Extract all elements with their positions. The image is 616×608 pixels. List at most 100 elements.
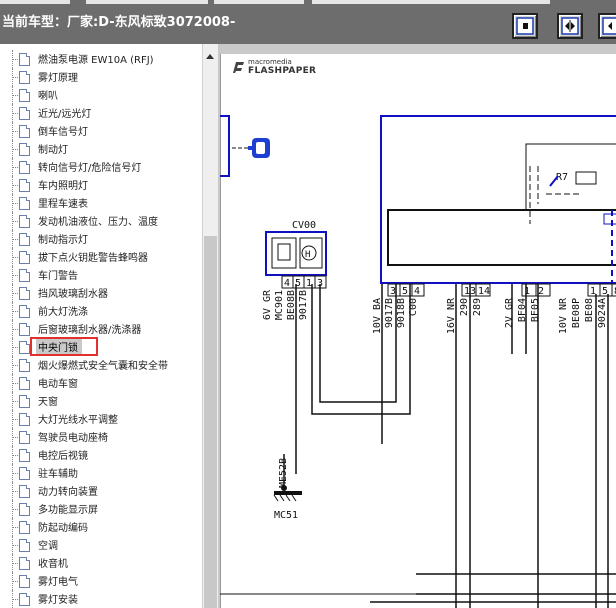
tree-item[interactable]: 燃油泵电源 EW10A (RFJ): [0, 50, 200, 68]
tab-strip-1: [0, 0, 70, 4]
document-icon: [19, 287, 30, 300]
tree-item-label: 防起动编码: [38, 523, 88, 534]
document-icon: [19, 413, 30, 426]
tree-connector: [12, 365, 18, 366]
tree-item[interactable]: 里程车速表: [0, 194, 200, 212]
tree-item[interactable]: 挡风玻璃刮水器: [0, 284, 200, 302]
bsi-module: R7: [380, 115, 616, 294]
tree-item-label: 制动灯: [38, 145, 68, 156]
wire-label: BE08P: [571, 298, 582, 328]
tree-item-label: 雾灯安装: [38, 595, 78, 606]
tree-item-label: 车门警告: [38, 271, 78, 282]
tree-connector: [12, 113, 18, 114]
document-icon: [19, 323, 30, 336]
tree-item-label: 燃油泵电源 EW10A (RFJ): [38, 55, 154, 66]
current-model-value: 厂家:D-东风标致3072008-: [67, 15, 236, 30]
tree-item[interactable]: 雾灯电气: [0, 572, 200, 590]
ground-wire-label: ME52B: [278, 458, 289, 488]
tree-connector: [12, 437, 18, 438]
tree-scrollbar[interactable]: [202, 44, 219, 608]
document-icon: [19, 467, 30, 480]
tree-connector: [12, 563, 18, 564]
tree-item-label: 制动指示灯: [38, 235, 88, 246]
tree-connector: [12, 347, 18, 348]
tree-item-label: 发动机油液位、压力、温度: [38, 217, 158, 228]
tree-item[interactable]: 喇叭: [0, 86, 200, 104]
tree-item[interactable]: 制动灯: [0, 140, 200, 158]
current-model-title: 当前车型：厂家:D-东风标致3072008-: [2, 11, 235, 30]
tree-item[interactable]: 倒车信号灯: [0, 122, 200, 140]
single-page-icon: [516, 17, 534, 35]
tree-item-label: 大灯光线水平调整: [38, 415, 118, 426]
tree-item[interactable]: 防起动编码: [0, 518, 200, 536]
cv00-module: CV00 H: [265, 220, 327, 276]
tree-item[interactable]: 近光/远光灯: [0, 104, 200, 122]
tree-connector: [12, 167, 18, 168]
tree-item[interactable]: 发动机油液位、压力、温度: [0, 212, 200, 230]
tree-item[interactable]: 电动车窗: [0, 374, 200, 392]
tree-connector: [12, 221, 18, 222]
selection-outline: [30, 337, 98, 356]
tree-item[interactable]: 前大灯洗涤: [0, 302, 200, 320]
tree-item[interactable]: 中央门锁: [0, 337, 200, 356]
tree-connector: [12, 203, 18, 204]
scrollbar-thumb[interactable]: [204, 236, 217, 608]
bsi-pins: 354131412158: [387, 283, 616, 297]
document-icon: [19, 485, 30, 498]
tree-connector: [12, 293, 18, 294]
tree-item[interactable]: 多功能显示屏: [0, 500, 200, 518]
ignition-switch-group: [220, 115, 270, 177]
tree-item-label: 拔下点火钥匙警告蜂鸣器: [38, 253, 148, 264]
wire-label: 2V GR: [504, 297, 515, 328]
wire-label: 6V GR: [262, 289, 273, 320]
tree-item[interactable]: 转向信号灯/危险信号灯: [0, 158, 200, 176]
tree-item-label: 雾灯电气: [38, 577, 78, 588]
cv00-label: CV00: [292, 220, 316, 231]
tree-item[interactable]: 驻车辅助: [0, 464, 200, 482]
tree-item[interactable]: 车内照明灯: [0, 176, 200, 194]
pin-number: 1: [590, 286, 596, 297]
tree-item-label: 雾灯原理: [38, 73, 78, 84]
tree-item[interactable]: 拔下点火钥匙警告蜂鸣器: [0, 248, 200, 266]
ground-mc51: ME52B MC51: [273, 454, 302, 521]
tree-item[interactable]: 雾灯安装: [0, 590, 200, 608]
tree-item[interactable]: 大灯光线水平调整: [0, 410, 200, 428]
document-icon: [19, 503, 30, 516]
scroll-up-arrow-icon[interactable]: [206, 54, 214, 59]
wire-label: 9018B: [396, 298, 407, 328]
document-icon: [19, 161, 30, 174]
tree-item[interactable]: 车门警告: [0, 266, 200, 284]
document-icon: [19, 71, 30, 84]
tree-connector: [12, 95, 18, 96]
two-page-button[interactable]: [557, 13, 583, 39]
single-page-button[interactable]: [512, 13, 538, 39]
tree-connector: [12, 545, 18, 546]
tree-item-label: 电动车窗: [38, 379, 78, 390]
tree-item[interactable]: 收音机: [0, 554, 200, 572]
model-tree-panel[interactable]: 燃油泵电源 EW10A (RFJ) 雾灯原理喇叭 近光/远光灯 倒车信号灯制动灯转向信…: [0, 44, 218, 608]
document-icon: [19, 395, 30, 408]
tree-item[interactable]: 动力转向装置: [0, 482, 200, 500]
document-icon: [19, 125, 30, 138]
tree-item[interactable]: 电控后视镜: [0, 446, 200, 464]
wiring-schematic: CV00 H 4513 6V GR MC901 BE08B 9017B R7 3541…: [220, 115, 616, 608]
document-icon: [19, 377, 30, 390]
tree-connector: [12, 527, 18, 528]
next-page-button[interactable]: [598, 13, 616, 39]
tree-item[interactable]: 雾灯原理: [0, 68, 200, 86]
tree-item[interactable]: 天窗: [0, 392, 200, 410]
tree-item-label: 烟火爆燃式安全气囊和安全带: [38, 361, 168, 372]
wire-label: BE08: [584, 298, 595, 322]
document-icon: [19, 539, 30, 552]
document-icon: [19, 575, 30, 588]
tree-item[interactable]: 制动指示灯: [0, 230, 200, 248]
tree-item-label: 空调: [38, 541, 58, 552]
tree-item[interactable]: 驾驶员电动座椅: [0, 428, 200, 446]
tree-item[interactable]: 后窗玻璃刮水器/洗涤器: [0, 320, 200, 338]
tree-item[interactable]: 烟火爆燃式安全气囊和安全带: [0, 356, 200, 374]
wire-label: 290: [459, 298, 470, 316]
pin-number: 4: [284, 278, 290, 289]
tree-connector: [12, 275, 18, 276]
tree-item[interactable]: 空调: [0, 536, 200, 554]
tree-item-label: 后窗玻璃刮水器/洗涤器: [38, 325, 142, 336]
